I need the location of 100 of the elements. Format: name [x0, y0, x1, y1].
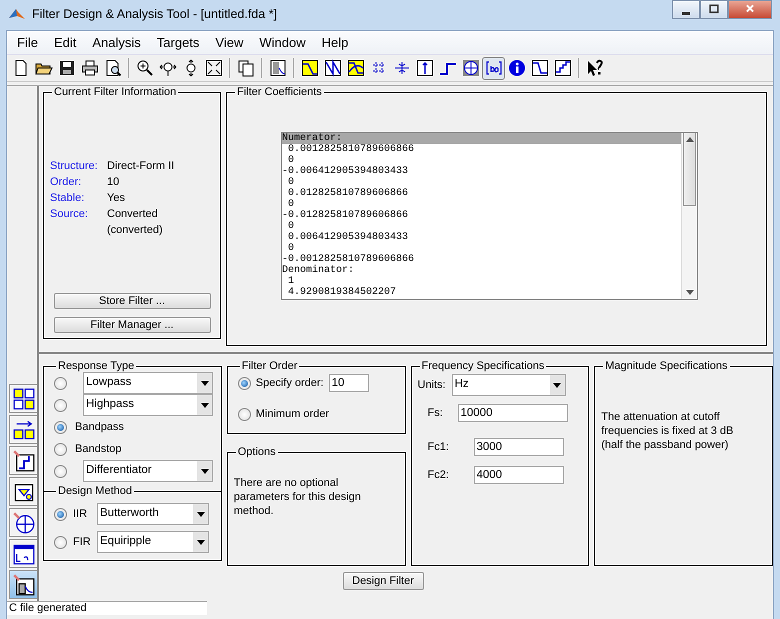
menu-item[interactable]: Edit [46, 32, 84, 52]
print-icon [80, 59, 98, 77]
info-value: 10 [107, 175, 120, 190]
field-label: Fc2: [428, 468, 450, 483]
menu-item[interactable]: File [9, 32, 46, 52]
list-item[interactable]: 0 [282, 243, 681, 254]
response-chart-icon [530, 59, 548, 77]
list-item[interactable]: 0.0012825810789606866 [282, 144, 681, 155]
maximize-button[interactable] [700, 0, 728, 19]
dropdown[interactable]: Equiripple [97, 531, 209, 553]
menu-item[interactable]: Help [314, 32, 356, 52]
side-tab[interactable] [9, 384, 37, 413]
radio-button[interactable] [238, 408, 251, 420]
dropdown[interactable]: Butterworth [97, 503, 209, 525]
radio-label[interactable]: Minimum order [256, 406, 330, 422]
frequency-field[interactable]: 3000 [474, 438, 564, 456]
filter-blocks-icon [12, 388, 34, 410]
radio-label[interactable]: IIR [73, 506, 91, 522]
dropdown[interactable]: Highpass [83, 394, 213, 416]
radio-label[interactable]: FIR [73, 534, 91, 550]
info-label: Stable: [50, 191, 86, 206]
filter-design-pencil-icon [12, 574, 34, 596]
dropdown[interactable]: Hz [452, 374, 566, 396]
side-tab[interactable] [9, 415, 37, 444]
group-title: Design Method [57, 485, 133, 497]
dropdown[interactable]: Lowpass [83, 372, 213, 394]
group-title: Options [236, 446, 277, 458]
noise-chart-icon [554, 59, 572, 77]
radio-label[interactable]: Specify order: [256, 374, 324, 392]
side-tab[interactable] [9, 508, 37, 537]
coefficient-list[interactable]: Numerator: 0.0012825810789606866 0 -0.006412905394803433 0 0.012825810789606866 0 -0.012825810789606866 0 0.006412905394803433 0 -0.0012825810789606866 Denominator: 1 4.9290819384502207 [281, 132, 698, 300]
info-label: Source: [50, 207, 89, 222]
list-item[interactable]: 0 [282, 199, 681, 210]
group-title: Current Filter Information [53, 86, 178, 98]
copy-window-icon [236, 59, 254, 77]
window-coefficients-icon [12, 542, 34, 564]
group-title: Response Type [57, 360, 136, 372]
side-tab[interactable] [9, 477, 37, 506]
list-item[interactable]: 0 [282, 221, 681, 232]
list-item[interactable]: Numerator: [282, 133, 681, 144]
side-tab[interactable] [9, 539, 37, 568]
coefficients-icon [484, 59, 502, 77]
list-item[interactable]: 0.006412905394803433 [282, 232, 681, 243]
radio-button[interactable] [54, 398, 67, 412]
side-tab[interactable] [9, 446, 37, 475]
magnitude-chart-icon [300, 59, 318, 77]
options-text: There are no optional parameters for this design method. [234, 476, 362, 518]
close-button[interactable] [728, 0, 772, 19]
scrollbar[interactable] [681, 133, 697, 299]
radio-button[interactable] [54, 420, 67, 434]
radio-label[interactable]: Bandstop [75, 440, 122, 458]
print-preview-icon [104, 59, 122, 77]
radio-button[interactable] [54, 376, 67, 390]
dropdown[interactable]: Differentiator [83, 460, 213, 482]
caret-icon [200, 468, 208, 474]
caret-icon [200, 402, 208, 408]
overlay-chart-icon [346, 59, 364, 77]
radio-button[interactable] [54, 536, 67, 548]
minimize-button[interactable] [672, 0, 700, 19]
list-item[interactable]: 1 [282, 276, 681, 287]
filter-button[interactable]: Filter Manager ... [54, 317, 210, 333]
group-title: Filter Order [240, 360, 298, 372]
coefficients-button[interactable] [482, 56, 505, 80]
menu-item[interactable]: Targets [148, 32, 208, 52]
quantize-pencil-icon [12, 450, 34, 472]
list-item[interactable]: -0.006412905394803433 [282, 166, 681, 177]
radio-button[interactable] [54, 442, 67, 456]
info-value: Direct-Form II [107, 159, 176, 174]
order-field[interactable]: 10 [328, 374, 369, 392]
menu-item[interactable]: View [207, 32, 252, 52]
status-bar: C file generated [7, 601, 207, 615]
info-value: Yes [107, 191, 126, 206]
radio-button[interactable] [238, 376, 251, 390]
filter-transform-icon [12, 418, 34, 440]
list-item[interactable]: -0.012825810789606866 [282, 210, 681, 221]
frequency-field[interactable]: 4000 [474, 466, 564, 484]
frequency-field[interactable]: 10000 [458, 404, 568, 422]
design-filter-button[interactable]: Design Filter [342, 572, 424, 590]
caret-icon [200, 380, 208, 386]
pole-zero-pencil-icon [12, 512, 34, 534]
radio-button[interactable] [54, 508, 67, 520]
filter-display-icon [268, 59, 286, 77]
list-item[interactable]: Denominator: [282, 265, 681, 276]
help-cursor-icon [586, 59, 604, 77]
radio-button[interactable] [54, 464, 67, 478]
zoom-in-icon [136, 59, 154, 77]
menu-item[interactable]: Analysis [84, 32, 149, 52]
list-item[interactable]: 4.9290819384502207 [282, 287, 681, 298]
list-item[interactable]: 0.012825810789606866 [282, 188, 681, 199]
list-item[interactable]: 0 [282, 177, 681, 188]
list-item[interactable]: -0.0012825810789606866 [282, 254, 681, 265]
side-tab[interactable] [9, 570, 37, 599]
radio-label[interactable]: Bandpass [75, 418, 124, 436]
group-title: Magnitude Specifications [604, 360, 729, 372]
menu-item[interactable]: Window [251, 32, 314, 52]
line-chart-icon [324, 59, 342, 77]
field-label: Fc1: [428, 440, 450, 455]
list-item[interactable]: 0 [282, 155, 681, 166]
filter-button[interactable]: Store Filter ... [54, 293, 210, 309]
pole-zero-chart-icon [462, 59, 480, 77]
